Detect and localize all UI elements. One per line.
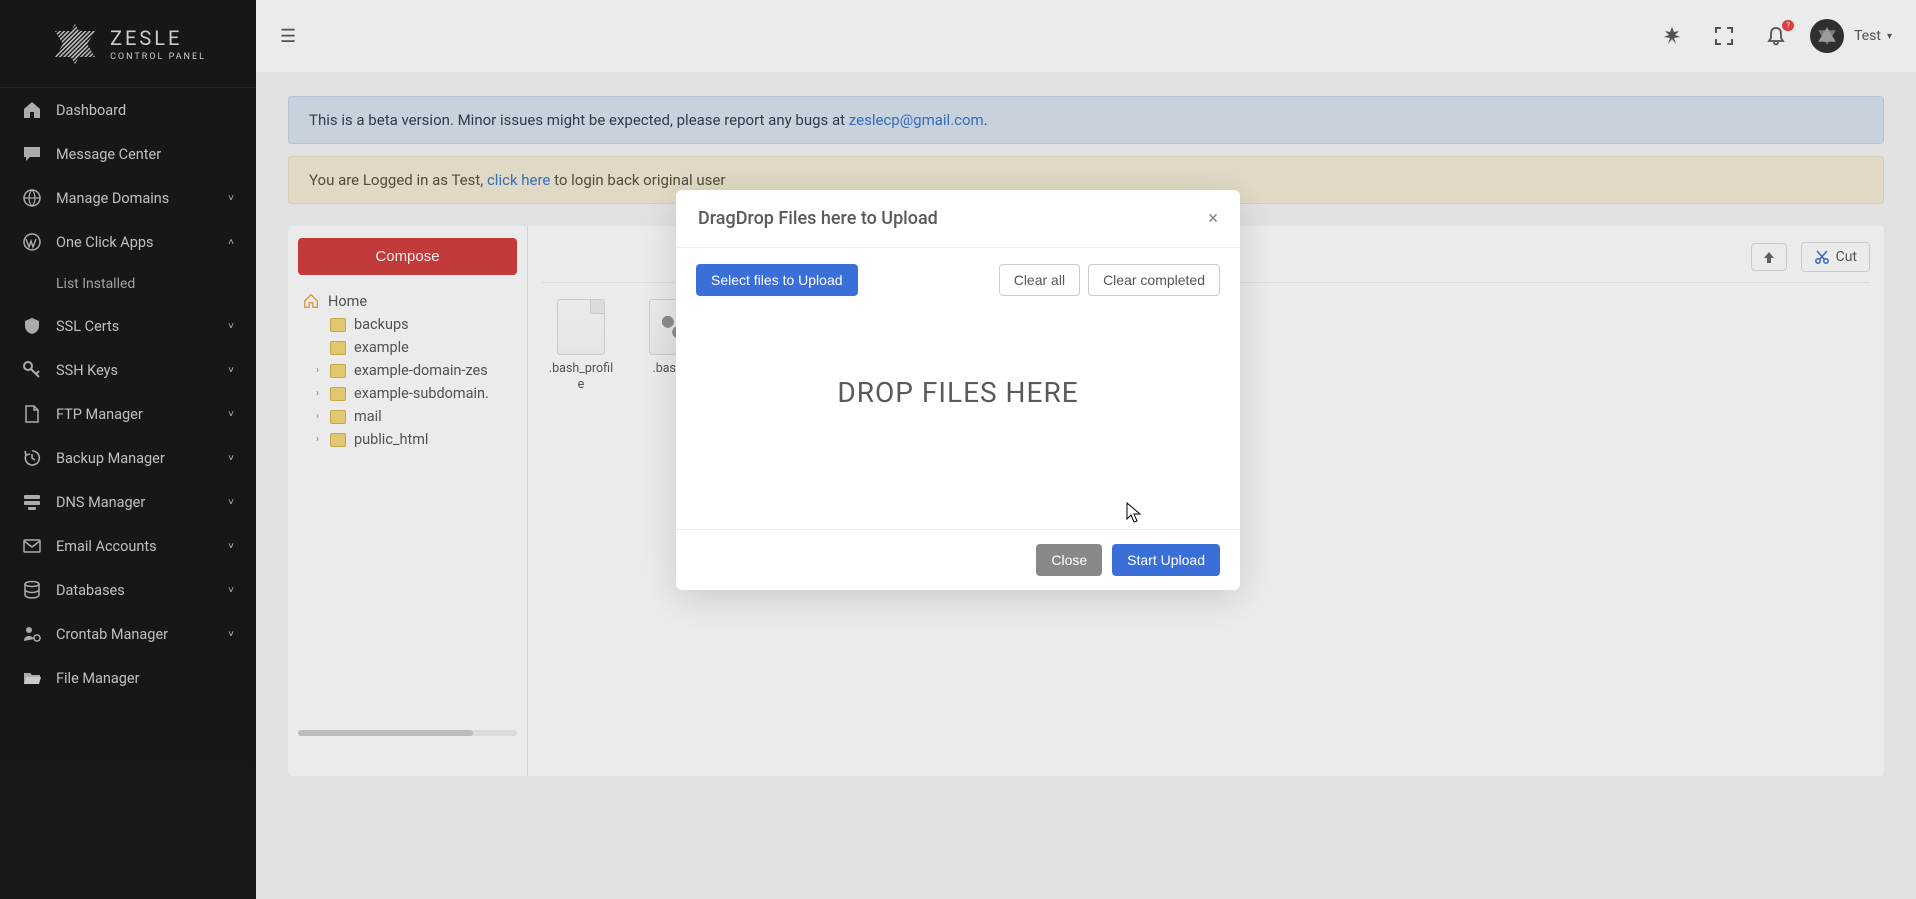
clear-completed-button[interactable]: Clear completed	[1088, 264, 1220, 296]
close-button[interactable]: Close	[1036, 544, 1102, 576]
upload-modal: DragDrop Files here to Upload × Select f…	[676, 190, 1240, 590]
clear-all-button[interactable]: Clear all	[999, 264, 1080, 296]
modal-title: DragDrop Files here to Upload	[698, 208, 938, 229]
close-icon[interactable]: ×	[1208, 208, 1218, 229]
modal-header: DragDrop Files here to Upload ×	[676, 190, 1240, 248]
drop-zone[interactable]: DROP FILES HERE	[696, 376, 1220, 409]
start-upload-button[interactable]: Start Upload	[1112, 544, 1220, 576]
modal-body: Select files to Upload Clear all Clear c…	[676, 248, 1240, 529]
select-files-button[interactable]: Select files to Upload	[696, 264, 858, 296]
modal-footer: Close Start Upload	[676, 529, 1240, 590]
